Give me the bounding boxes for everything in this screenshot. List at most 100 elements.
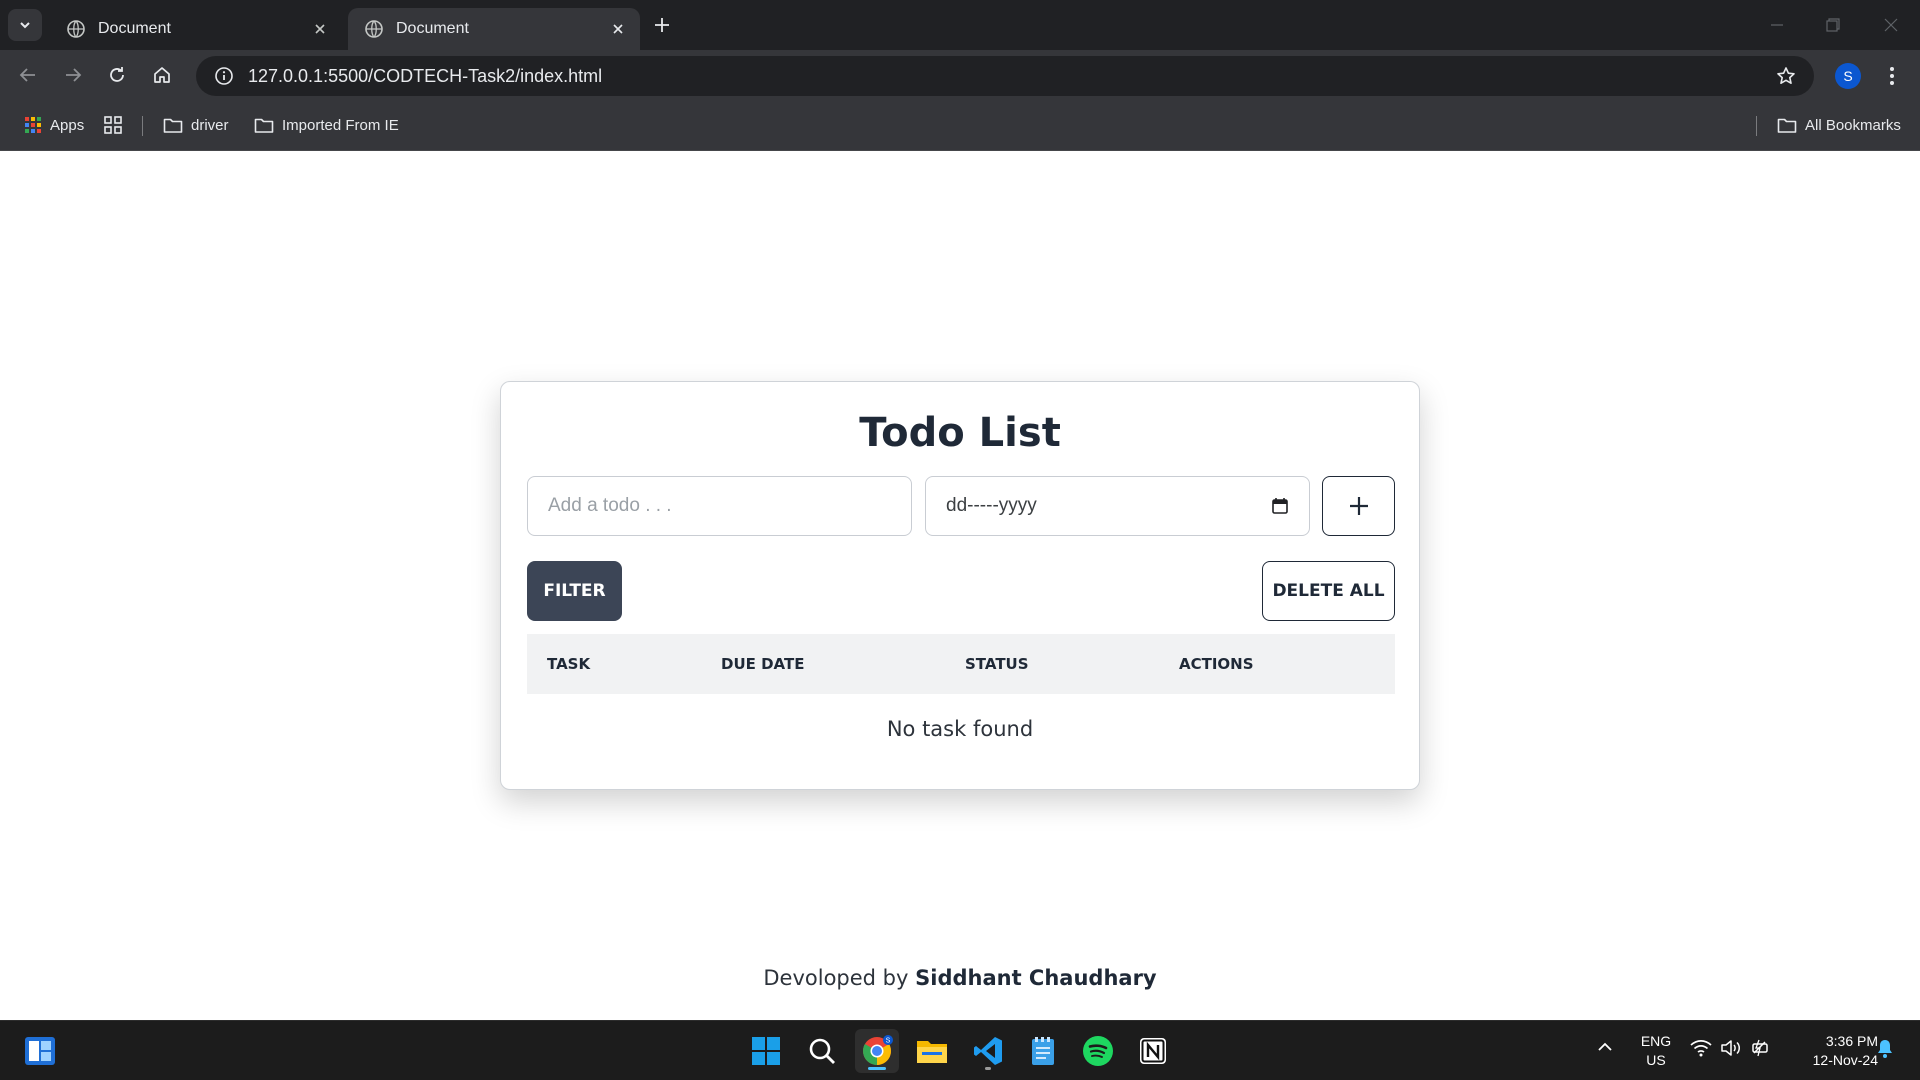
back-button[interactable] [12,59,44,91]
show-hidden-icons-button[interactable] [1597,1039,1613,1058]
globe-icon [67,20,85,38]
taskbar-vscode[interactable] [966,1029,1010,1073]
clock-date: 12-Nov-24 [1812,1052,1878,1068]
bookmark-folder-driver[interactable]: driver [163,112,229,138]
todo-input[interactable]: Add a todo . . . [527,476,912,536]
taskbar-chrome[interactable]: S [855,1029,899,1073]
notepad-icon [1032,1037,1054,1065]
volume-icon[interactable] [1720,1038,1742,1061]
footer: Devoloped by Siddhant Chaudhary [0,966,1920,990]
column-header-actions: ACTIONS [1179,655,1254,673]
notion-icon [1140,1038,1166,1064]
forward-arrow-icon [66,68,82,82]
address-bar[interactable]: 127.0.0.1:5500/CODTECH-Task2/index.html [196,56,1814,96]
chrome-icon: S [863,1035,893,1065]
running-app-indicator [985,1067,991,1070]
column-header-task: TASK [547,655,591,673]
taskbar-file-explorer[interactable] [910,1029,954,1073]
battery-icon[interactable] [1750,1038,1772,1061]
bookmark-separator [1756,116,1757,136]
restore-icon [1826,18,1840,32]
wifi-icon[interactable] [1690,1039,1712,1060]
folder-icon [254,118,274,133]
taskbar-search-button[interactable] [800,1029,844,1073]
active-app-indicator [868,1067,886,1070]
filter-button[interactable]: FILTER [527,561,622,621]
profile-avatar[interactable]: S [1835,63,1861,89]
bookmark-label: Imported From IE [282,116,399,134]
more-vertical-icon [1890,67,1894,85]
restore-button[interactable] [1818,10,1848,40]
chevron-down-icon [20,22,30,29]
all-bookmarks-button[interactable]: All Bookmarks [1777,112,1901,138]
clock-time: 3:36 PM [1825,1033,1878,1049]
folder-icon [163,118,183,133]
taskbar: S ENG US 3:36 PM 12-Nov-24 [0,1020,1920,1080]
bookmark-folder-imported[interactable]: Imported From IE [254,112,399,138]
tab-title: Document [396,20,469,37]
plus-icon [1349,497,1368,515]
minimize-button[interactable] [1762,10,1792,40]
tab-search-button[interactable] [8,9,42,41]
search-icon [809,1038,835,1064]
bookmark-label: All Bookmarks [1805,116,1901,134]
browser-toolbar: 127.0.0.1:5500/CODTECH-Task2/index.html … [0,50,1920,100]
todo-card: Todo List Add a todo . . . dd-----yyyy F… [500,381,1420,790]
tab-document-2[interactable]: Document [348,8,640,50]
bookmark-apps[interactable]: Apps [24,112,84,138]
window-close-button[interactable] [1876,10,1906,40]
browser-menu-button[interactable] [1880,63,1904,89]
language-code: ENG [1640,1033,1672,1049]
forward-button[interactable] [57,59,89,91]
bookmark-star-icon[interactable] [1766,56,1806,96]
taskbar-notepad[interactable] [1021,1029,1065,1073]
footer-author: Siddhant Chaudhary [915,966,1157,990]
column-header-status: STATUS [965,655,1029,673]
date-input-placeholder: dd-----yyyy [946,495,1037,516]
chevron-up-icon [1598,1042,1612,1051]
tab-groups-button[interactable] [103,112,131,138]
todo-input-placeholder: Add a todo . . . [548,495,672,516]
spotify-icon [1083,1036,1113,1066]
widgets-icon [25,1037,55,1065]
svg-text:S: S [886,1038,891,1045]
table-header: TASK DUE DATE STATUS ACTIONS [527,634,1395,694]
bookmark-label: Apps [50,116,85,134]
close-tab-icon[interactable] [310,19,330,39]
file-explorer-icon [917,1041,947,1063]
new-tab-button[interactable] [650,13,674,37]
close-tab-icon[interactable] [608,19,628,39]
home-button[interactable] [146,59,178,91]
back-arrow-icon [19,68,35,82]
taskbar-notion[interactable] [1131,1029,1175,1073]
url-text[interactable]: 127.0.0.1:5500/CODTECH-Task2/index.html [248,66,1766,87]
column-header-due-date: DUE DATE [721,655,805,673]
empty-state-message: No task found [886,717,1034,741]
close-icon [1884,18,1898,32]
tab-groups-icon [104,116,122,134]
due-date-input[interactable]: dd-----yyyy [925,476,1310,536]
start-button[interactable] [744,1029,788,1073]
home-icon [154,67,170,83]
reload-button[interactable] [101,59,133,91]
folder-icon [1777,118,1797,133]
globe-icon [365,20,383,38]
tab-document-1[interactable]: Document [50,8,342,50]
vscode-icon [974,1037,1002,1065]
footer-prefix: Devoloped by [763,966,909,990]
site-info-icon[interactable] [204,56,244,96]
widgets-button[interactable] [18,1029,62,1073]
plus-icon [655,18,669,32]
notifications-button[interactable] [1876,1039,1894,1062]
bookmark-label: driver [191,116,229,134]
system-clock[interactable]: 3:36 PM 12-Nov-24 [1782,1032,1878,1070]
taskbar-spotify[interactable] [1076,1029,1120,1073]
language-region: US [1646,1052,1666,1068]
delete-all-button[interactable]: DELETE ALL [1262,561,1395,621]
calendar-icon[interactable] [1271,497,1289,515]
add-todo-button[interactable] [1322,476,1395,536]
minimize-icon [1771,24,1783,26]
bookmarks-bar: Apps driver Imported From IE All Bookmar… [0,100,1920,151]
bell-icon [1878,1040,1892,1058]
input-language-indicator[interactable]: ENG US [1638,1032,1674,1070]
